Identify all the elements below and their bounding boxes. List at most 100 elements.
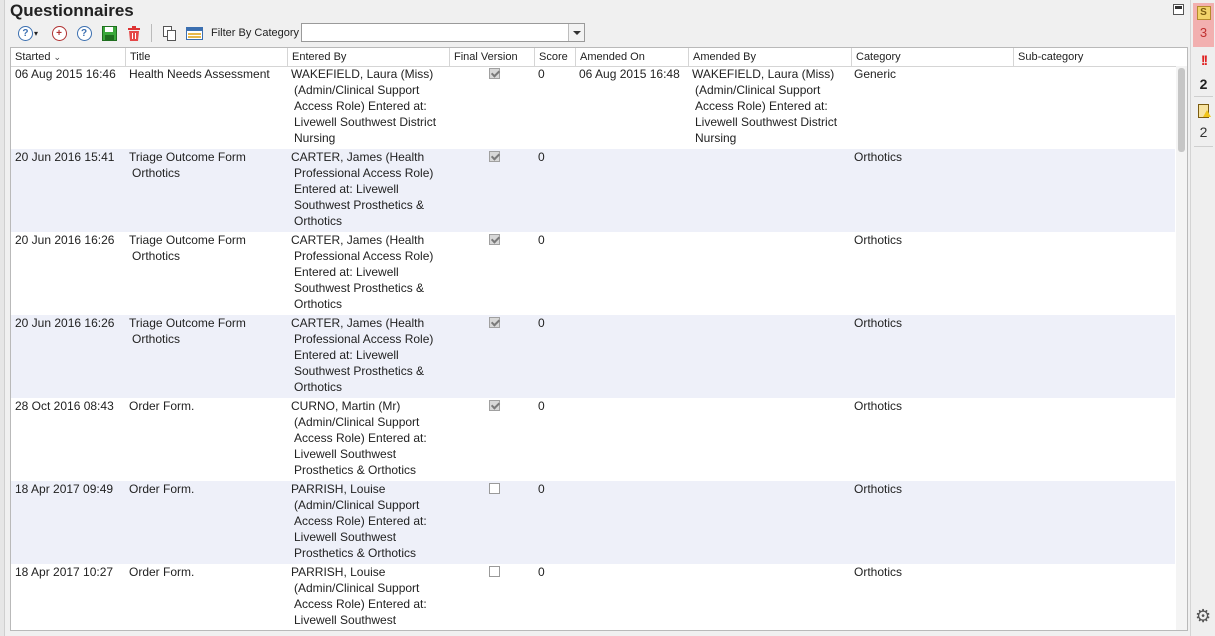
table-row[interactable]: 06 Aug 2015 16:46 Health Needs Assessment… (11, 66, 1175, 149)
add-questionnaire-icon: + (51, 25, 67, 41)
column-header-amended-by[interactable]: Amended By (688, 48, 851, 66)
category-table-icon (185, 26, 203, 40)
question-icon: ? (76, 25, 92, 41)
trash-icon (128, 25, 140, 41)
filter-by-category-label: Filter By Category (211, 27, 300, 39)
cell-score: 0 (538, 150, 545, 164)
column-header-title[interactable]: Title (125, 48, 287, 66)
column-header-category[interactable]: Category (851, 48, 1013, 66)
grid-body: 06 Aug 2015 16:46 Health Needs Assessment… (11, 66, 1175, 630)
final-version-checkbox[interactable] (489, 68, 500, 79)
exclamation-icon: !! (1200, 52, 1208, 68)
sort-descending-icon: ⌄ (53, 52, 62, 62)
cell-score: 0 (538, 482, 545, 496)
cell-title: Health Needs Assessment (129, 67, 270, 81)
scrollbar-thumb[interactable] (1178, 68, 1185, 152)
help-icon: ? (17, 25, 33, 41)
cell-score: 0 (538, 565, 545, 579)
cell-entered-by: CARTER, James (Health Professional Access… (291, 150, 434, 228)
alert-summary-icon: S (1196, 6, 1211, 20)
alert-count: 3 (1199, 25, 1208, 40)
questionnaires-grid: Started ⌄ Title Entered By Final Version … (10, 47, 1188, 631)
sidebar-divider (1194, 146, 1213, 147)
table-row[interactable]: 18 Apr 2017 09:49 Order Form. PARRISH, Lou… (11, 481, 1175, 564)
cell-title: Order Form. (129, 482, 195, 496)
save-icon (101, 25, 117, 41)
cell-entered-by: PARRISH, Louise (Admin/Clinical Support Ac… (291, 565, 427, 627)
final-version-checkbox[interactable] (489, 566, 500, 577)
final-version-checkbox[interactable] (489, 151, 500, 162)
toolbar-separator (151, 24, 152, 42)
cell-started: 18 Apr 2017 09:49 (15, 482, 114, 496)
alerts-button[interactable]: S 3 (1193, 3, 1214, 47)
cell-category: Orthotics (854, 233, 903, 247)
save-button[interactable] (98, 22, 120, 44)
final-version-checkbox[interactable] (489, 483, 500, 494)
cell-entered-by: WAKEFIELD, Laura (Miss) (Admin/Clinical S… (291, 67, 437, 145)
column-header-sub-category[interactable]: Sub-category (1013, 48, 1187, 66)
cell-category: Orthotics (854, 316, 903, 330)
maximize-button[interactable] (1173, 4, 1184, 15)
cell-category: Orthotics (854, 399, 903, 413)
help-dropdown-button[interactable]: ? ▾ (14, 22, 42, 44)
cell-entered-by: CARTER, James (Health Professional Access… (291, 316, 434, 394)
document-count: 2 (1199, 124, 1208, 140)
final-version-checkbox[interactable] (489, 400, 500, 411)
warning-count: 2 (1199, 76, 1208, 92)
warning-button[interactable]: !! (1193, 52, 1214, 68)
cell-started: 20 Jun 2016 16:26 (15, 233, 115, 247)
cell-score: 0 (538, 67, 545, 81)
filter-category-select[interactable] (301, 23, 585, 42)
cell-entered-by: PARRISH, Louise (Admin/Clinical Support Ac… (291, 482, 427, 560)
help-button[interactable]: ? (73, 22, 95, 44)
column-header-final-version[interactable]: Final Version (449, 48, 534, 66)
add-questionnaire-button[interactable]: + (48, 22, 70, 44)
cell-score: 0 (538, 399, 545, 413)
final-version-checkbox[interactable] (489, 317, 500, 328)
cell-entered-by: CARTER, James (Health Professional Access… (291, 233, 434, 311)
cell-category: Orthotics (854, 482, 903, 496)
gear-icon[interactable]: ⚙ (1195, 606, 1211, 627)
cell-amended-by: WAKEFIELD, Laura (Miss) (Admin/Clinical S… (692, 67, 838, 145)
panel-title: Questionnaires (10, 1, 134, 20)
cell-category: Orthotics (854, 150, 903, 164)
cell-started: 28 Oct 2016 08:43 (15, 399, 114, 413)
document-warning-icon (1198, 104, 1211, 118)
table-row[interactable]: 20 Jun 2016 16:26 Triage Outcome Form Orth… (11, 315, 1175, 398)
cell-score: 0 (538, 233, 545, 247)
table-row[interactable]: 20 Jun 2016 16:26 Triage Outcome Form Orth… (11, 232, 1175, 315)
cell-title: Order Form. (129, 565, 195, 579)
final-version-checkbox[interactable] (489, 234, 500, 245)
cell-amended-on: 06 Aug 2015 16:48 (579, 67, 680, 81)
column-header-amended-on[interactable]: Amended On (575, 48, 688, 66)
cell-title: Order Form. (129, 399, 195, 413)
sidebar-divider (1194, 96, 1213, 97)
cell-title: Triage Outcome Form Orthotics (129, 150, 246, 180)
copy-icon (162, 25, 176, 41)
category-table-button[interactable] (184, 22, 204, 44)
chevron-down-icon: ▾ (33, 28, 38, 38)
vertical-scrollbar[interactable] (1176, 66, 1187, 630)
table-row[interactable]: 18 Apr 2017 10:27 Order Form. PARRISH, Lou… (11, 564, 1175, 630)
cell-title: Triage Outcome Form Orthotics (129, 316, 246, 346)
column-header-entered-by[interactable]: Entered By (287, 48, 449, 66)
cell-started: 20 Jun 2016 16:26 (15, 316, 115, 330)
cell-title: Triage Outcome Form Orthotics (129, 233, 246, 263)
cell-category: Generic (854, 67, 897, 81)
cell-category: Orthotics (854, 565, 903, 579)
dropdown-arrow-icon[interactable] (568, 24, 584, 41)
grid-header: Started ⌄ Title Entered By Final Version … (11, 48, 1187, 67)
cell-started: 06 Aug 2015 16:46 (15, 67, 116, 81)
cell-score: 0 (538, 316, 545, 330)
table-row[interactable]: 28 Oct 2016 08:43 Order Form. CURNO, Marti… (11, 398, 1175, 481)
cell-entered-by: CURNO, Martin (Mr) (Admin/Clinical Suppor… (291, 399, 427, 477)
documents-button[interactable] (1193, 104, 1214, 120)
column-header-score[interactable]: Score (534, 48, 575, 66)
toolbar: ? ▾ + ? Filter By Category (14, 22, 594, 44)
table-row[interactable]: 20 Jun 2016 15:41 Triage Outcome Form Orth… (11, 149, 1175, 232)
delete-button[interactable] (123, 22, 145, 44)
cell-started: 18 Apr 2017 10:27 (15, 565, 114, 579)
left-edge-splitter[interactable] (0, 0, 5, 636)
copy-button[interactable] (159, 22, 179, 44)
column-header-started[interactable]: Started ⌄ (11, 48, 125, 66)
